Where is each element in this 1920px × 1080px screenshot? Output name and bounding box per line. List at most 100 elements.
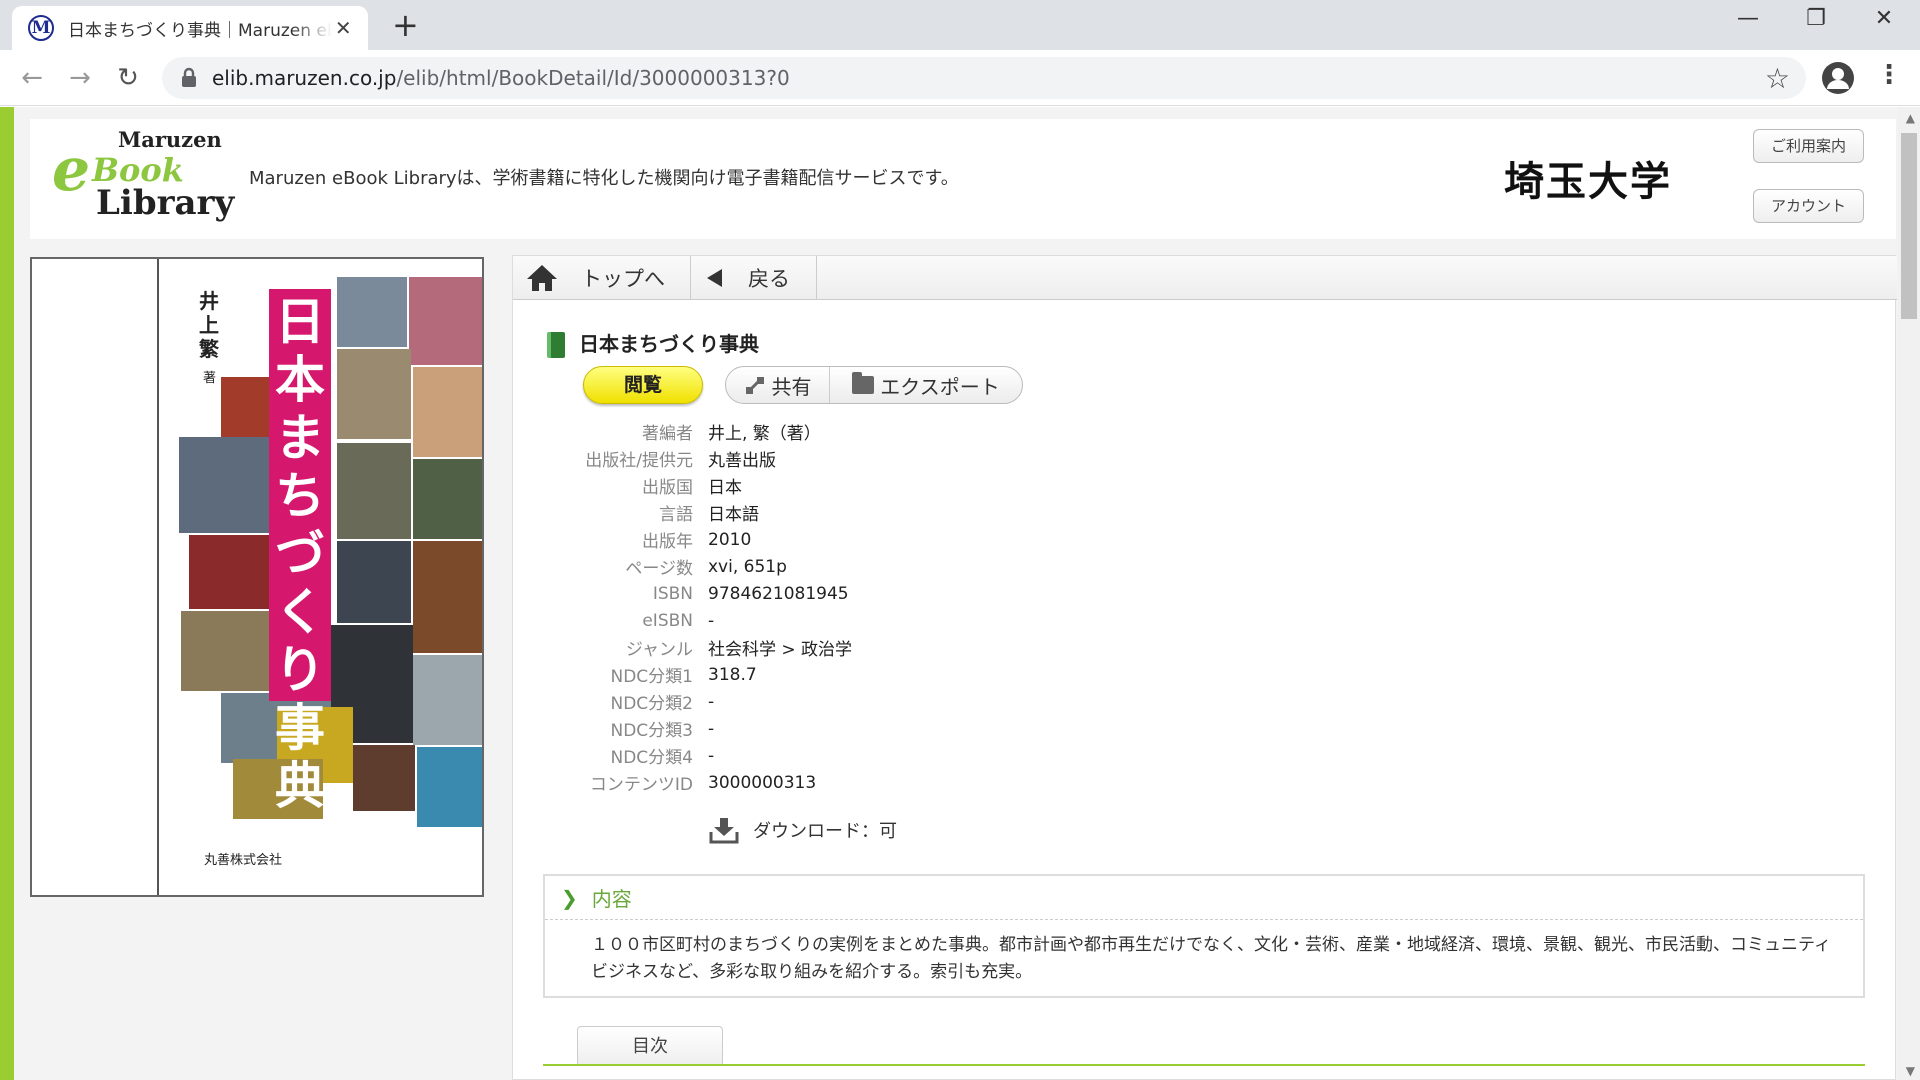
reload-icon[interactable]: ↻ [112, 62, 144, 94]
cover-publisher: 丸善株式会社 [204, 853, 283, 868]
contents-toggle[interactable]: ❯ 内容 [545, 876, 1863, 920]
metadata-value: 井上, 繁（著） [708, 424, 821, 444]
metadata-row: ページ数 xvi, 651p [513, 553, 1313, 580]
logo-maruzen-text: Maruzen [118, 127, 222, 152]
url-host: elib.maruzen.co.jp [212, 66, 397, 90]
help-guide-button[interactable]: ご利用案内 [1753, 129, 1864, 163]
bookmark-star-icon[interactable]: ☆ [1765, 62, 1790, 95]
home-link[interactable]: トップへ [513, 256, 691, 300]
browser-menu-icon[interactable]: ⋮ [1876, 60, 1902, 90]
metadata-row: 言語 日本語 [513, 499, 1313, 526]
url-text[interactable]: elib.maruzen.co.jp/elib/html/BookDetail/… [212, 66, 790, 90]
metadata-value: 丸善出版 [708, 451, 776, 471]
back-link[interactable]: 戻る [691, 256, 817, 300]
read-button[interactable]: 閲覧 [583, 366, 703, 404]
back-arrow-icon[interactable]: ← [16, 62, 48, 94]
metadata-label: 著編者 [642, 424, 693, 444]
share-button[interactable]: 共有 [726, 367, 830, 403]
metadata-value: - [708, 610, 715, 631]
download-availability: ダウンロード：可 [753, 821, 897, 842]
metadata-row: ISBN 9784621081945 [513, 580, 1313, 607]
metadata-value: 9784621081945 [708, 583, 849, 604]
book-detail-panel: トップへ 戻る 日本まちづくり事典 閲覧 共有 エクスポート 著編者 井上, 繁（… [512, 255, 1897, 1080]
export-button-label: エクスポート [880, 374, 1000, 399]
tab-close-icon[interactable]: ✕ [332, 16, 354, 40]
metadata-row: 出版国 日本 [513, 472, 1313, 499]
contents-section: ❯ 内容 １００市区町村のまちづくりの実例をまとめた事典。都市計画や都市再生だけ… [543, 874, 1865, 998]
metadata-row: NDC分類1 318.7 [513, 661, 1313, 688]
cover-title: 日本まちづくり事典 [275, 292, 325, 815]
metadata-value: - [708, 745, 715, 766]
logo-library-text: Library [96, 183, 235, 223]
cover-photo [413, 459, 482, 539]
profile-avatar-icon[interactable] [1822, 62, 1854, 94]
book-cover-image: 井上繁 著 日本まちづくり事典 丸善株式会社 [159, 259, 482, 895]
browser-tab[interactable]: M 日本まちづくり事典｜Maruzen eBook Library ✕ [12, 6, 368, 50]
share-button-label: 共有 [771, 374, 812, 399]
window-close-button[interactable]: ✕ [1864, 6, 1904, 31]
maruzen-ebook-library-logo[interactable]: Maruzen e Book Library [52, 125, 235, 231]
cover-photo [181, 611, 269, 691]
home-icon [525, 263, 559, 293]
institution-name: 埼玉大学 [1504, 159, 1672, 205]
book-cover-frame[interactable]: 井上繁 著 日本まちづくり事典 丸善株式会社 [30, 257, 484, 897]
metadata-label: NDC分類2 [610, 694, 694, 714]
forward-arrow-icon[interactable]: → [64, 62, 96, 94]
metadata-value: - [708, 691, 715, 712]
book-metadata-list: 著編者 井上, 繁（著） 出版社/提供元 丸善出版 出版国 日本 言語 日本語 出版年 2010 ペ… [513, 418, 1313, 796]
scrollbar-thumb[interactable] [1901, 133, 1917, 319]
new-tab-button[interactable]: + [392, 8, 419, 42]
metadata-row: NDC分類2- [513, 688, 1313, 715]
metadata-value: - [708, 718, 715, 739]
browser-toolbar: ← → ↻ elib.maruzen.co.jp/elib/html/BookD… [0, 50, 1920, 106]
share-icon [744, 375, 766, 395]
book-title: 日本まちづくり事典 [579, 332, 759, 356]
cover-photo [221, 377, 269, 437]
metadata-label: ジャンル [625, 640, 693, 660]
metadata-value: 日本 [708, 478, 742, 498]
contents-description: １００市区町村のまちづくりの実例をまとめた事典。都市計画や都市再生だけでなく、文… [591, 935, 1831, 982]
export-button[interactable]: エクスポート [830, 367, 1022, 403]
scroll-up-arrow-icon[interactable]: ▲ [1906, 111, 1915, 125]
address-bar[interactable]: elib.maruzen.co.jp/elib/html/BookDetail/… [162, 57, 1806, 99]
url-path: /elib/html/BookDetail/Id/3000000313?0 [396, 66, 790, 90]
logo-e-letter: e [52, 135, 91, 205]
metadata-value: 318.7 [708, 664, 757, 685]
cover-photo [413, 655, 482, 745]
browser-tab-strip: M 日本まちづくり事典｜Maruzen eBook Library ✕ + — … [0, 0, 1920, 50]
page-scrollbar[interactable]: ▲ ▼ [1898, 107, 1920, 1080]
metadata-label: 言語 [659, 505, 693, 525]
window-minimize-button[interactable]: — [1728, 6, 1768, 31]
tab-table-of-contents[interactable]: 目次 [577, 1026, 723, 1066]
metadata-label: eISBN [642, 610, 693, 631]
metadata-row: 出版社/提供元 丸善出版 [513, 445, 1313, 472]
contents-heading: 内容 [591, 887, 632, 911]
scroll-down-arrow-icon[interactable]: ▼ [1906, 1064, 1915, 1078]
page-viewport: Maruzen e Book Library Maruzen eBook Lib… [0, 107, 1920, 1080]
site-header: Maruzen e Book Library Maruzen eBook Lib… [30, 119, 1896, 239]
cover-author-suffix: 著 [203, 371, 217, 386]
account-button[interactable]: アカウント [1753, 189, 1864, 223]
metadata-row: eISBN - [513, 607, 1313, 634]
cover-photo [413, 367, 482, 457]
cover-photo [413, 541, 482, 653]
action-button-group: 共有 エクスポート [725, 366, 1023, 404]
cover-photo [409, 277, 482, 365]
window-restore-button[interactable]: ❐ [1796, 6, 1836, 31]
back-triangle-icon [707, 269, 722, 287]
metadata-row: 出版年 2010 [513, 526, 1313, 553]
metadata-label: ページ数 [625, 559, 693, 579]
cover-photo [179, 437, 269, 533]
metadata-row: コンテンツID 3000000313 [513, 769, 1313, 796]
cover-photo [189, 535, 269, 609]
metadata-value: 2010 [708, 529, 752, 550]
download-status: ダウンロード：可 [709, 816, 897, 844]
metadata-row: NDC分類3- [513, 715, 1313, 742]
cover-photo [417, 747, 482, 827]
download-icon [709, 816, 739, 844]
metadata-value: 3000000313 [708, 772, 817, 793]
chevron-right-icon: ❯ [561, 885, 578, 910]
book-icon [547, 332, 565, 358]
lock-icon [178, 67, 200, 89]
metadata-row: NDC分類4- [513, 742, 1313, 769]
